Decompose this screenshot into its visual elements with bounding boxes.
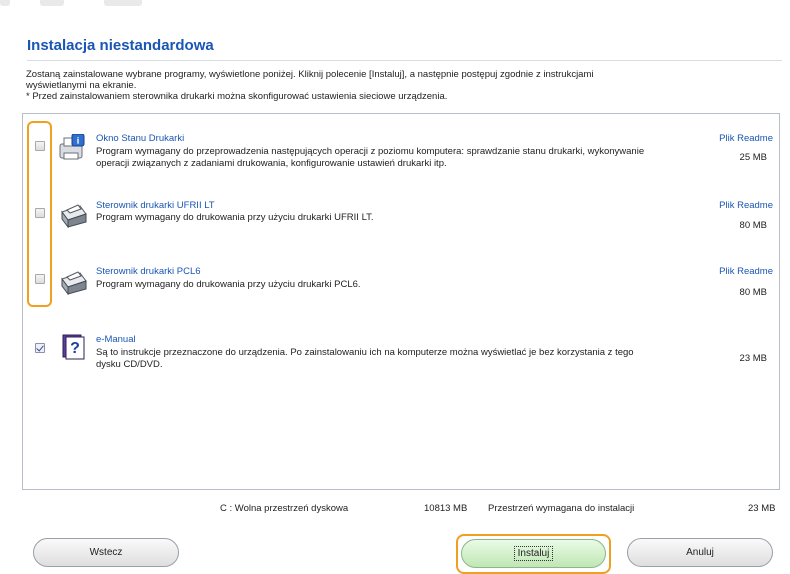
top-edge (0, 0, 790, 12)
item-description: Program wymagany do drukowania przy użyc… (96, 212, 374, 223)
item-name: Okno Stanu Drukarki (96, 133, 185, 144)
top-edge-shape (40, 0, 64, 6)
item-size: 80 MB (739, 220, 767, 231)
item-size: 23 MB (739, 353, 767, 364)
back-button[interactable]: Wstecz (33, 538, 179, 567)
intro-note: * Przed zainstalowaniem sterownika druka… (26, 91, 448, 102)
readme-link[interactable]: Plik Readme (719, 133, 773, 144)
cancel-button[interactable]: Anuluj (627, 538, 773, 567)
printer-status-icon: i (59, 134, 85, 160)
item-size: 25 MB (739, 152, 767, 163)
required-space-label: Przestrzeń wymagana do instalacji (488, 503, 635, 514)
readme-link[interactable]: Plik Readme (719, 266, 773, 277)
item-name: e-Manual (96, 334, 136, 345)
printer-icon (61, 204, 87, 228)
item-name: Sterownik drukarki UFRII LT (96, 200, 215, 211)
top-edge-shape (104, 0, 142, 6)
svg-text:?: ? (70, 340, 80, 357)
item-description: Program wymagany do drukowania przy użyc… (96, 279, 361, 290)
required-space-value: 23 MB (748, 503, 776, 514)
program-list[interactable]: i Okno Stanu Drukarki Program wymagany d… (22, 113, 780, 490)
install-button-label: Instaluj (513, 546, 554, 561)
checkbox-e-manual[interactable] (35, 343, 45, 353)
free-space-value: 10813 MB (424, 503, 468, 514)
intro-text: Zostaną zainstalowane wybrane programy, … (26, 69, 781, 102)
intro-line: wyświetlanymi na ekranie. (26, 80, 137, 91)
item-description: Program wymagany do przeprowadzenia nast… (96, 146, 645, 169)
help-book-icon: ? (62, 334, 85, 360)
item-size: 80 MB (739, 287, 767, 298)
checkbox-highlight-frame (27, 121, 52, 307)
item-name: Sterownik drukarki PCL6 (96, 266, 201, 277)
intro-line: Zostaną zainstalowane wybrane programy, … (26, 69, 594, 80)
printer-icon (61, 271, 87, 295)
free-space-label: C : Wolna przestrzeń dyskowa (220, 503, 349, 514)
item-description: Są to instrukcje przeznaczone do urządze… (96, 347, 634, 370)
install-button[interactable]: Instaluj (461, 539, 606, 568)
readme-link[interactable]: Plik Readme (719, 200, 773, 211)
top-edge-shape (0, 0, 10, 6)
title-divider (27, 60, 782, 61)
page-title: Instalacja niestandardowa (27, 37, 214, 54)
